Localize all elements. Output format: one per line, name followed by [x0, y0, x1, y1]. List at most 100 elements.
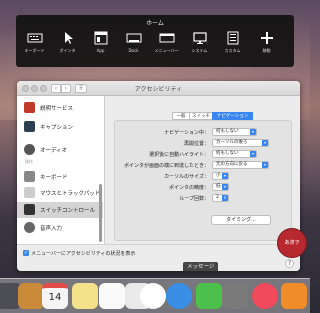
music-icon[interactable]: [252, 283, 278, 309]
home-system-button[interactable]: システム: [186, 31, 213, 54]
titlebar: ‹ › ⠿ アクセシビリティ: [17, 81, 300, 96]
keyboard-icon: [24, 171, 35, 182]
photos-icon[interactable]: [140, 283, 166, 309]
resume-position-popup[interactable]: カーソルの後ろ ▾: [212, 139, 269, 147]
popup-value: 2: [216, 195, 219, 200]
loop-count-stepper[interactable]: 2 ⇕: [212, 194, 229, 202]
switch-control-icon: [24, 204, 35, 215]
stepper-icon: ⇕: [222, 195, 228, 201]
dock-icon: [126, 33, 141, 43]
setting-label: ポインタが画面の端に到達したとき：: [123, 163, 209, 169]
chevron-down-icon: ▾: [222, 173, 228, 179]
window-title: アクセシビリティ: [134, 86, 183, 93]
chevron-down-icon: ▾: [262, 140, 268, 146]
setting-label: ポインタの精度：: [168, 185, 209, 191]
move-arrows-icon: [260, 32, 273, 44]
sidebar-section-label: 操作: [25, 159, 33, 164]
sidebar-item-dictation[interactable]: 音声入力: [17, 220, 103, 236]
auto-highlight-popup[interactable]: 何もしない ▾: [212, 150, 257, 158]
sidebar-item-mouse-trackpad[interactable]: マウスとトラックパッド: [17, 185, 103, 201]
setting-label: 選択後に自動ハイライト：: [149, 152, 209, 158]
messages-icon[interactable]: [166, 283, 192, 309]
sidebar-item-label: スイッチコントロール: [40, 208, 96, 214]
setting-label: ナビゲーション中：: [164, 130, 209, 136]
chevron-down-icon: ▾: [250, 151, 256, 157]
calendar-date: 14: [48, 292, 62, 303]
tab-bar: 一般 スイッチ ナビゲーション: [17, 112, 300, 120]
help-button[interactable]: ?: [285, 259, 294, 268]
tab-general[interactable]: 一般: [172, 112, 190, 120]
home-menubar-button[interactable]: メニューバー: [153, 31, 180, 54]
navigation-action-popup[interactable]: 何もしない ▾: [212, 128, 257, 136]
dock: 14: [0, 278, 310, 313]
home-keyboard-label: キーボード: [24, 48, 45, 53]
popup-value: 元の方向に戻る: [216, 162, 248, 167]
sidebar-item-captions[interactable]: キャプション: [17, 119, 103, 135]
reminders-icon[interactable]: [99, 283, 125, 309]
screen-edge-popup[interactable]: 元の方向に戻る ▾: [212, 161, 269, 169]
photo-booth-icon[interactable]: [222, 283, 248, 309]
ibooks-icon[interactable]: [281, 283, 307, 309]
checkmark-icon: ✓: [23, 250, 29, 256]
mouse-icon: [24, 187, 35, 198]
home-app-label: App: [96, 48, 105, 53]
chevron-down-icon: ▾: [262, 162, 268, 168]
sidebar-item-label: オーディオ: [40, 148, 68, 154]
setting-label: カーソルのサイズ：: [164, 174, 209, 180]
facetime-icon[interactable]: [196, 283, 222, 309]
sidebar-scrollbar[interactable]: [99, 184, 102, 242]
tab-navigation[interactable]: ナビゲーション: [212, 112, 253, 120]
home-dock-label: Dock: [128, 48, 139, 53]
microphone-icon: [24, 222, 35, 233]
speaker-icon: [24, 144, 35, 155]
caption-icon: [24, 121, 35, 132]
home-system-label: システム: [191, 48, 208, 53]
accessibility-window: ‹ › ⠿ アクセシビリティ 説明サービス キャプション オーディオ 操作 キー…: [17, 81, 300, 271]
dock-tooltip: メッセージ: [183, 262, 219, 273]
popup-value: 何もしない: [216, 129, 239, 134]
chevron-down-icon: ▾: [250, 129, 256, 135]
sidebar-item-keyboard[interactable]: キーボード: [17, 169, 103, 185]
setting-label: 再開位置：: [183, 141, 209, 147]
notes-icon[interactable]: [72, 283, 98, 309]
tab-switches[interactable]: スイッチ: [189, 112, 213, 120]
show-status-label: メニューバーにアクセシビリティの状況を表示: [31, 251, 136, 257]
home-menubar-label: メニューバー: [154, 48, 179, 53]
sidebar-item-switch-control[interactable]: スイッチコントロール: [17, 202, 103, 218]
sidebar-item-label: 音声入力: [40, 226, 63, 232]
sidebar-item-label: 説明サービス: [40, 106, 74, 112]
home-custom-label: カスタム: [224, 48, 241, 53]
sidebar-item-audio[interactable]: オーディオ: [17, 142, 103, 158]
home-move-button[interactable]: 移動: [253, 31, 280, 54]
sidebar-item-label: マウスとトラックパッド: [40, 191, 101, 197]
home-move-label: 移動: [262, 48, 271, 53]
home-dock-button[interactable]: Dock: [120, 31, 147, 53]
popup-value: 小: [216, 173, 221, 178]
timing-button[interactable]: タイミング...: [211, 215, 271, 225]
window-footer: ✓ メニューバーにアクセシビリティの状況を表示 ?: [17, 244, 300, 271]
popup-value: カーソルの後ろ: [216, 140, 248, 145]
menubar-icon: [159, 33, 174, 43]
pointer-precision-popup[interactable]: 低 ▾: [212, 183, 229, 191]
home-keyboard-button[interactable]: キーボード: [21, 31, 48, 54]
books-icon[interactable]: [18, 283, 44, 309]
popup-value: 低: [216, 184, 221, 189]
show-status-checkbox[interactable]: ✓: [23, 250, 29, 256]
keyboard-icon: [27, 33, 42, 43]
home-pointer-button[interactable]: ポインタ: [54, 31, 81, 54]
cursor-size-popup[interactable]: 小 ▾: [212, 172, 229, 180]
app-window-icon: [94, 31, 107, 45]
home-panel-title: ホーム: [146, 20, 164, 27]
list-icon: [227, 31, 238, 45]
home-app-button[interactable]: App: [87, 31, 114, 53]
watermark-badge: あ済ヲ: [277, 228, 307, 258]
home-pointer-label: ポインタ: [59, 48, 76, 53]
sidebar-item-label: キーボード: [40, 175, 68, 181]
badge-text: あ済ヲ: [284, 240, 300, 246]
sidebar-item-label: キャプション: [40, 125, 74, 131]
home-custom-button[interactable]: カスタム: [219, 31, 246, 54]
pointer-icon: [64, 32, 73, 44]
chevron-down-icon: ▾: [222, 184, 228, 190]
home-panel: ホーム キーボード ポインタ App Dock メニューバー システム カスタム…: [16, 15, 294, 67]
calendar-icon[interactable]: 14: [42, 283, 68, 309]
